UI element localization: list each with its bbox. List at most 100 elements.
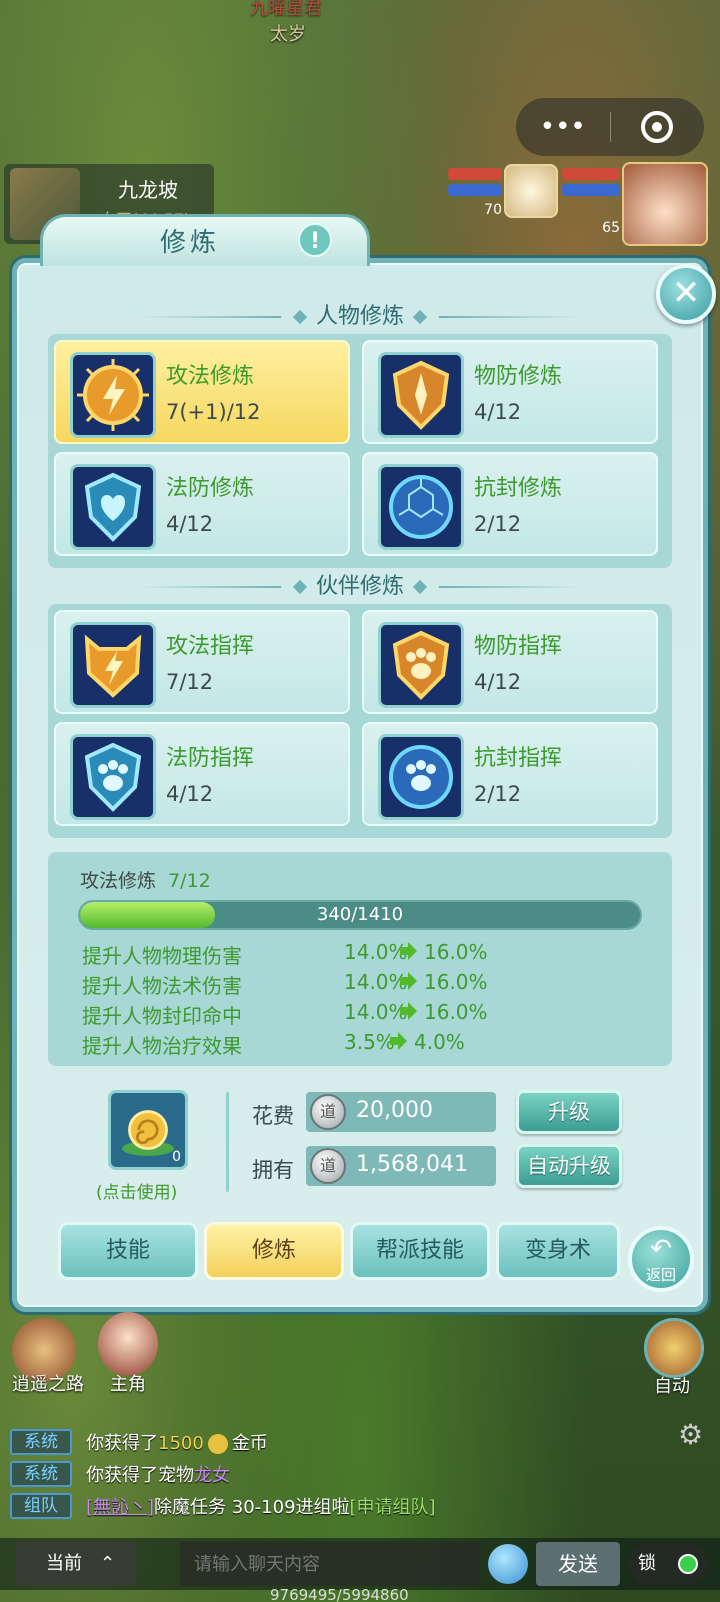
map-name: 九龙坡: [118, 178, 178, 202]
emoji-icon[interactable]: [488, 1544, 528, 1584]
cultivation-name: 攻法修炼: [166, 364, 255, 389]
tab-skills[interactable]: 技能: [58, 1222, 198, 1280]
lock-status-dot: [678, 1554, 698, 1574]
detail-level: 7/12: [168, 870, 211, 892]
quest-path-label: 逍遥之路: [12, 1374, 84, 1395]
lock-label: 锁: [638, 1553, 656, 1574]
cultivation-name: 攻法指挥: [166, 634, 255, 659]
lightning-sun-icon: [70, 352, 156, 438]
chat-message: 你获得了1500 金币: [86, 1433, 268, 1454]
cultivation-item-seal-command[interactable]: 抗封指挥 2/12: [362, 722, 658, 826]
send-button[interactable]: 发送: [536, 1542, 620, 1586]
cultivation-item-magic-defense-command[interactable]: 法防指挥 4/12: [54, 722, 350, 826]
section-header-partner: 伙伴修炼: [0, 568, 720, 600]
hero-avatar[interactable]: [98, 1312, 158, 1376]
paw-blue-shield-icon: [70, 734, 156, 820]
back-button[interactable]: ↶ 返回: [628, 1226, 694, 1292]
effect-to: 16.0%: [424, 940, 488, 964]
arrow-right-icon: [390, 1032, 407, 1050]
cultivation-level: 4/12: [166, 512, 214, 536]
chevron-up-icon: ⌃: [100, 1553, 116, 1574]
cost-value: 20,000: [356, 1098, 433, 1123]
chat-message[interactable]: [無訫丶]除魔任务 30-109进组啦[申请组队]: [86, 1493, 436, 1519]
cultivation-item-physical-defense[interactable]: 物防修炼 4/12: [362, 340, 658, 444]
cultivation-item-defense-command[interactable]: 物防指挥 4/12: [362, 610, 658, 714]
pet-avatar[interactable]: [504, 164, 558, 218]
effect-row: 提升人物封印命中 14.0% 16.0%: [82, 1000, 642, 1029]
channel-select[interactable]: 当前 ⌃: [16, 1542, 136, 1586]
lightning-cat-icon: [70, 622, 156, 708]
cultivation-item-seal-resistance[interactable]: 抗封修炼 2/12: [362, 452, 658, 556]
gold-coin-icon: [207, 1434, 228, 1454]
effect-label: 提升人物法术伤害: [82, 974, 242, 998]
more-dots-icon[interactable]: •••: [516, 112, 610, 142]
section-header-character: 人物修炼: [0, 298, 720, 330]
owned-label: 拥有: [252, 1158, 294, 1182]
character-cultivation-grid: 攻法修炼 7(+1)/12 物防修炼 4/12 法防修炼 4/12 抗封修炼 2…: [48, 334, 672, 568]
section-title: 伙伴修炼: [315, 574, 404, 599]
cultivation-item-attack-magic[interactable]: 攻法修炼 7(+1)/12: [54, 340, 350, 444]
auto-label: 自动: [654, 1376, 690, 1397]
cultivation-level: 2/12: [474, 782, 522, 806]
chat-row: 组队 [無訫丶]除魔任务 30-109进组啦[申请组队]: [10, 1492, 436, 1520]
effect-to: 4.0%: [414, 1030, 465, 1054]
chat-row: 系统 你获得了1500 金币: [10, 1428, 268, 1456]
divider: [226, 1092, 229, 1192]
effect-to: 16.0%: [424, 1000, 488, 1024]
item-count: 0: [172, 1149, 181, 1165]
cultivation-item-magic-defense[interactable]: 法防修炼 4/12: [54, 452, 350, 556]
auto-battle-icon[interactable]: [644, 1318, 704, 1378]
memory-counter: 9769495/5994860: [270, 1586, 409, 1602]
experience-progress-bar: 340/1410: [78, 900, 642, 930]
hero-label: 主角: [110, 1374, 146, 1395]
cost-label: 花费: [252, 1104, 294, 1128]
channel-badge: 系统: [10, 1461, 72, 1487]
mini-program-capsule: •••: [516, 98, 704, 156]
target-icon[interactable]: [611, 111, 705, 143]
partner-cultivation-grid: 攻法指挥 7/12 物防指挥 4/12 法防指挥 4/12 抗封指挥 2/12: [48, 604, 672, 838]
cultivation-name: 物防指挥: [474, 634, 563, 659]
section-title: 人物修炼: [315, 304, 404, 329]
arrow-right-icon: [400, 942, 417, 960]
dao-coin-icon: 道: [310, 1094, 346, 1130]
cultivation-name: 法防修炼: [166, 476, 255, 501]
tab-guild-skills[interactable]: 帮派技能: [350, 1222, 490, 1280]
detail-name: 攻法修炼: [80, 870, 157, 892]
cost-box: 道 20,000: [306, 1092, 496, 1132]
cultivation-name: 抗封修炼: [474, 476, 563, 501]
cultivation-level: 4/12: [474, 670, 522, 694]
info-icon[interactable]: !: [298, 223, 332, 257]
channel-badge: 系统: [10, 1429, 72, 1455]
detail-title: 攻法修炼 7/12: [80, 866, 211, 893]
upgrade-button[interactable]: 升级: [516, 1090, 622, 1134]
player-status-bars: 65: [562, 162, 620, 242]
npc-faded-title: 九曜星君: [250, 0, 322, 19]
cultivation-level: 7/12: [166, 670, 214, 694]
cultivation-name: 法防指挥: [166, 746, 255, 771]
chat-row: 系统 你获得了宠物龙女: [10, 1460, 230, 1488]
arrow-right-icon: [400, 972, 417, 990]
cultivation-name: 抗封指挥: [474, 746, 563, 771]
item-use-hint[interactable]: (点击使用): [96, 1178, 177, 1203]
lock-toggle[interactable]: 锁: [628, 1544, 708, 1584]
pet-level: 70: [484, 202, 502, 218]
cultivation-level: 2/12: [474, 512, 522, 536]
back-label: 返回: [645, 1266, 676, 1284]
arrow-right-icon: [400, 1002, 417, 1020]
chat-message: 你获得了宠物龙女: [86, 1465, 230, 1486]
auto-upgrade-button[interactable]: 自动升级: [516, 1144, 622, 1188]
cultivation-item-attack-command[interactable]: 攻法指挥 7/12: [54, 610, 350, 714]
effect-label: 提升人物治疗效果: [82, 1034, 242, 1058]
cultivation-item-slot[interactable]: 0: [108, 1090, 188, 1170]
tab-transform[interactable]: 变身术: [496, 1222, 620, 1280]
panel-title: 修炼: [160, 228, 221, 258]
cultivation-level: 4/12: [166, 782, 214, 806]
tab-cultivation[interactable]: 修炼: [204, 1222, 344, 1280]
chat-input[interactable]: [180, 1542, 480, 1586]
player-avatar[interactable]: [622, 162, 708, 246]
sword-shield-icon: [378, 352, 464, 438]
cultivation-detail: 攻法修炼 7/12 340/1410 提升人物物理伤害 14.0% 16.0% 提…: [48, 852, 672, 1066]
heart-shield-icon: [70, 464, 156, 550]
effect-label: 提升人物封印命中: [82, 1004, 242, 1028]
owned-box: 道 1,568,041: [306, 1146, 496, 1186]
